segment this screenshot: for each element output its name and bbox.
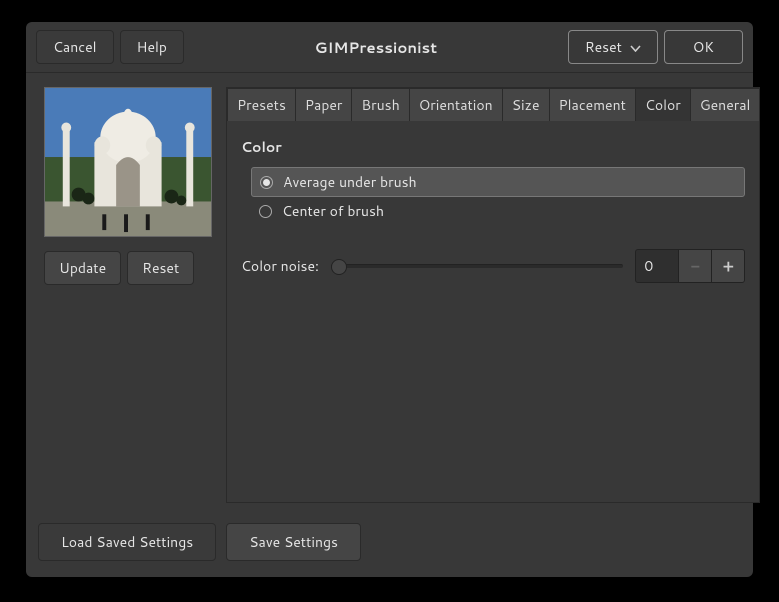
tab-bar: Presets Paper Brush Orientation Size Pla… [227,88,759,121]
radio-center-of-brush[interactable]: Center of brush [251,197,745,225]
radio-icon [259,205,272,218]
preview-buttons: Update Reset [44,251,194,285]
dialog-title: GIMPressionist [190,37,562,58]
spin-plus-button[interactable]: + [711,249,745,283]
tab-size[interactable]: Size [502,88,550,121]
tab-orientation[interactable]: Orientation [409,88,503,121]
color-noise-row: Color noise: − + [241,249,745,283]
tab-panel: Presets Paper Brush Orientation Size Pla… [226,87,760,503]
section-title: Color [241,137,745,157]
tab-general[interactable]: General [690,88,761,121]
spin-minus-button[interactable]: − [678,249,712,283]
help-button[interactable]: Help [120,30,184,64]
update-button[interactable]: Update [44,251,121,285]
preview-image [44,87,212,237]
radio-average-under-brush[interactable]: Average under brush [251,167,745,197]
gimpressionist-dialog: Cancel Help GIMPressionist Reset OK [26,22,753,577]
tab-brush[interactable]: Brush [351,88,409,121]
tab-color[interactable]: Color [635,88,691,121]
left-column: Update Reset [44,87,212,503]
minus-icon: − [691,255,700,278]
color-noise-spinner: − + [635,249,745,283]
dialog-header: Cancel Help GIMPressionist Reset OK [26,22,753,73]
tab-content-color: Color Average under brush Center of brus… [227,121,759,502]
radio-label: Center of brush [282,201,384,221]
ok-button[interactable]: OK [664,30,743,64]
save-settings-button[interactable]: Save Settings [226,523,361,561]
cancel-button[interactable]: Cancel [36,30,114,64]
reset-label: Reset [585,37,622,57]
tab-presets[interactable]: Presets [227,88,296,121]
plus-icon: + [723,255,734,278]
dialog-body: Update Reset Presets Paper Brush Orienta… [26,73,753,513]
tab-placement[interactable]: Placement [549,88,636,121]
preview-reset-button[interactable]: Reset [127,251,194,285]
color-noise-slider[interactable] [331,264,623,268]
slider-thumb[interactable] [331,259,347,275]
reset-menu-button[interactable]: Reset [568,30,658,64]
color-noise-input[interactable] [635,249,679,283]
radio-icon [260,176,273,189]
dialog-footer: Load Saved Settings Save Settings [26,513,753,577]
tab-paper[interactable]: Paper [295,88,353,121]
color-noise-label: Color noise: [241,256,319,276]
chevron-down-icon [630,37,641,57]
load-settings-button[interactable]: Load Saved Settings [38,523,216,561]
radio-label: Average under brush [283,172,417,192]
